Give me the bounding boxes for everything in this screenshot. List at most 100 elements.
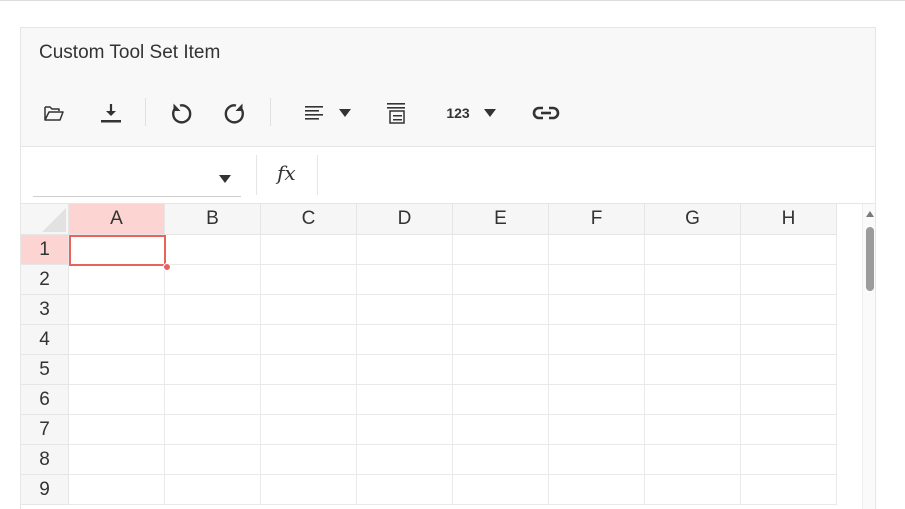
cell-f3[interactable] bbox=[549, 295, 645, 325]
cell-a4[interactable] bbox=[69, 325, 165, 355]
cell-b7[interactable] bbox=[165, 415, 261, 445]
cell-c4[interactable] bbox=[261, 325, 357, 355]
cell-g9[interactable] bbox=[645, 475, 741, 505]
cell-h1[interactable] bbox=[741, 235, 837, 265]
cell-b2[interactable] bbox=[165, 265, 261, 295]
cell-a8[interactable] bbox=[69, 445, 165, 475]
cell-b3[interactable] bbox=[165, 295, 261, 325]
cell-c8[interactable] bbox=[261, 445, 357, 475]
download-button[interactable] bbox=[96, 98, 126, 128]
cell-e7[interactable] bbox=[453, 415, 549, 445]
cell-f2[interactable] bbox=[549, 265, 645, 295]
number-format-dropdown-button[interactable]: 123 bbox=[439, 98, 503, 128]
cell-g6[interactable] bbox=[645, 385, 741, 415]
row-header-1[interactable]: 1 bbox=[21, 235, 69, 265]
column-header-b[interactable]: B bbox=[165, 204, 261, 235]
column-header-g[interactable]: G bbox=[645, 204, 741, 235]
cell-b9[interactable] bbox=[165, 475, 261, 505]
cell-b6[interactable] bbox=[165, 385, 261, 415]
cell-c6[interactable] bbox=[261, 385, 357, 415]
cell-e8[interactable] bbox=[453, 445, 549, 475]
cell-h8[interactable] bbox=[741, 445, 837, 475]
cell-f1[interactable] bbox=[549, 235, 645, 265]
cell-c9[interactable] bbox=[261, 475, 357, 505]
column-header-f[interactable]: F bbox=[549, 204, 645, 235]
cell-d2[interactable] bbox=[357, 265, 453, 295]
cell-c3[interactable] bbox=[261, 295, 357, 325]
cell-f4[interactable] bbox=[549, 325, 645, 355]
column-header-h[interactable]: H bbox=[741, 204, 837, 235]
cell-d5[interactable] bbox=[357, 355, 453, 385]
cell-f7[interactable] bbox=[549, 415, 645, 445]
cell-g5[interactable] bbox=[645, 355, 741, 385]
autofill-handle[interactable] bbox=[163, 263, 171, 271]
cell-f8[interactable] bbox=[549, 445, 645, 475]
column-header-a[interactable]: A bbox=[69, 204, 165, 235]
cell-c1[interactable] bbox=[261, 235, 357, 265]
row-header-7[interactable]: 7 bbox=[21, 415, 69, 445]
cell-c7[interactable] bbox=[261, 415, 357, 445]
cell-h9[interactable] bbox=[741, 475, 837, 505]
name-box[interactable] bbox=[33, 155, 241, 197]
cell-a7[interactable] bbox=[69, 415, 165, 445]
scroll-up-icon[interactable] bbox=[866, 211, 874, 217]
cell-e2[interactable] bbox=[453, 265, 549, 295]
cell-a1[interactable] bbox=[69, 235, 165, 265]
wrap-text-button[interactable] bbox=[381, 98, 411, 128]
cell-d8[interactable] bbox=[357, 445, 453, 475]
cell-a3[interactable] bbox=[69, 295, 165, 325]
cell-f9[interactable] bbox=[549, 475, 645, 505]
select-all-corner[interactable] bbox=[21, 204, 69, 235]
cell-g7[interactable] bbox=[645, 415, 741, 445]
cell-g2[interactable] bbox=[645, 265, 741, 295]
redo-button[interactable] bbox=[221, 98, 251, 128]
cell-a9[interactable] bbox=[69, 475, 165, 505]
cell-e4[interactable] bbox=[453, 325, 549, 355]
align-dropdown-button[interactable] bbox=[295, 98, 359, 128]
cell-f6[interactable] bbox=[549, 385, 645, 415]
row-header-3[interactable]: 3 bbox=[21, 295, 69, 325]
cell-d9[interactable] bbox=[357, 475, 453, 505]
cell-e6[interactable] bbox=[453, 385, 549, 415]
cell-b8[interactable] bbox=[165, 445, 261, 475]
cell-c2[interactable] bbox=[261, 265, 357, 295]
column-header-c[interactable]: C bbox=[261, 204, 357, 235]
cell-b5[interactable] bbox=[165, 355, 261, 385]
fx-icon[interactable]: fx bbox=[277, 161, 296, 185]
row-header-2[interactable]: 2 bbox=[21, 265, 69, 295]
cell-h4[interactable] bbox=[741, 325, 837, 355]
undo-button[interactable] bbox=[165, 98, 195, 128]
cell-g3[interactable] bbox=[645, 295, 741, 325]
column-header-d[interactable]: D bbox=[357, 204, 453, 235]
scrollbar-thumb[interactable] bbox=[866, 227, 874, 291]
cell-d4[interactable] bbox=[357, 325, 453, 355]
cell-h3[interactable] bbox=[741, 295, 837, 325]
cell-h6[interactable] bbox=[741, 385, 837, 415]
formula-input[interactable] bbox=[325, 161, 865, 189]
cell-e3[interactable] bbox=[453, 295, 549, 325]
cell-h5[interactable] bbox=[741, 355, 837, 385]
cell-b1[interactable] bbox=[165, 235, 261, 265]
hyperlink-button[interactable] bbox=[529, 98, 563, 128]
cell-h2[interactable] bbox=[741, 265, 837, 295]
row-header-5[interactable]: 5 bbox=[21, 355, 69, 385]
sheet-grid[interactable]: ABCDEFGH 123456789 bbox=[21, 204, 862, 509]
cell-e1[interactable] bbox=[453, 235, 549, 265]
cell-a5[interactable] bbox=[69, 355, 165, 385]
cell-d6[interactable] bbox=[357, 385, 453, 415]
chevron-down-icon[interactable] bbox=[219, 171, 231, 189]
cell-a2[interactable] bbox=[69, 265, 165, 295]
cell-e9[interactable] bbox=[453, 475, 549, 505]
row-header-4[interactable]: 4 bbox=[21, 325, 69, 355]
cell-g4[interactable] bbox=[645, 325, 741, 355]
cell-g8[interactable] bbox=[645, 445, 741, 475]
row-header-6[interactable]: 6 bbox=[21, 385, 69, 415]
vertical-scrollbar[interactable] bbox=[862, 204, 875, 509]
cell-b4[interactable] bbox=[165, 325, 261, 355]
cell-h7[interactable] bbox=[741, 415, 837, 445]
cell-d7[interactable] bbox=[357, 415, 453, 445]
cell-d3[interactable] bbox=[357, 295, 453, 325]
cell-d1[interactable] bbox=[357, 235, 453, 265]
cell-c5[interactable] bbox=[261, 355, 357, 385]
row-header-9[interactable]: 9 bbox=[21, 475, 69, 505]
